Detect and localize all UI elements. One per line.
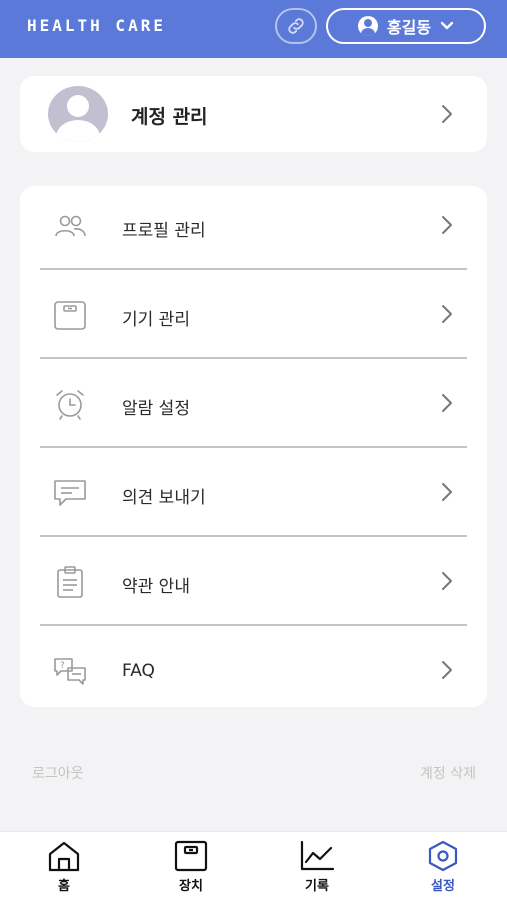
alarm-clock-icon bbox=[56, 390, 84, 420]
chevron-right-icon bbox=[442, 483, 452, 501]
svg-text:?: ? bbox=[60, 661, 65, 671]
menu-item-label: 알람 설정 bbox=[122, 399, 190, 419]
menu-item-label: 의견 보내기 bbox=[122, 488, 206, 508]
menu-item-label: 프로필 관리 bbox=[122, 221, 206, 241]
link-button[interactable] bbox=[275, 8, 317, 44]
chat-bubble-icon bbox=[54, 480, 86, 506]
settings-menu: 프로필 관리 기기 관리 알람 설정 의견 보내기 약관 안내 ? FAQ bbox=[20, 186, 487, 707]
account-management-card[interactable]: 계정 관리 bbox=[20, 76, 487, 152]
menu-item-profile[interactable]: 프로필 관리 bbox=[20, 186, 487, 275]
people-icon bbox=[55, 215, 86, 237]
menu-item-faq[interactable]: ? FAQ bbox=[20, 631, 487, 720]
bottom-nav: 홈 장치 기록 설정 bbox=[0, 831, 507, 900]
link-icon bbox=[288, 18, 304, 34]
nav-device[interactable]: 장치 bbox=[151, 840, 231, 896]
nav-label: 홈 bbox=[58, 879, 70, 894]
nav-label: 설정 bbox=[431, 879, 455, 894]
nav-records[interactable]: 기록 bbox=[277, 840, 357, 896]
divider bbox=[40, 357, 467, 359]
nav-label: 장치 bbox=[179, 879, 203, 894]
user-menu-button[interactable]: 홍길동 bbox=[326, 8, 486, 44]
user-name: 홍길동 bbox=[386, 18, 432, 37]
nav-settings[interactable]: 설정 bbox=[403, 840, 483, 896]
faq-chat-icon: ? bbox=[54, 658, 86, 685]
nav-home[interactable]: 홈 bbox=[24, 840, 104, 896]
chevron-right-icon bbox=[442, 305, 452, 323]
divider bbox=[40, 446, 467, 448]
delete-account-link[interactable]: 계정 삭제 bbox=[420, 763, 476, 783]
account-management-title: 계정 관리 bbox=[131, 106, 208, 128]
divider bbox=[40, 624, 467, 626]
home-icon bbox=[48, 841, 80, 872]
divider bbox=[40, 268, 467, 270]
chevron-right-icon bbox=[442, 105, 452, 123]
chart-icon bbox=[300, 840, 335, 871]
chevron-right-icon bbox=[442, 216, 452, 234]
settings-hex-icon bbox=[428, 840, 458, 872]
clipboard-icon bbox=[57, 566, 83, 598]
nav-label: 기록 bbox=[305, 879, 329, 894]
menu-item-label: FAQ bbox=[122, 661, 155, 681]
chevron-down-icon bbox=[440, 21, 454, 30]
divider bbox=[40, 535, 467, 537]
menu-item-devices[interactable]: 기기 관리 bbox=[20, 275, 487, 364]
chevron-right-icon bbox=[442, 572, 452, 590]
app-header: HEALTH CARE 홍길동 bbox=[0, 0, 507, 58]
avatar bbox=[48, 86, 108, 142]
user-avatar-icon bbox=[357, 16, 378, 36]
chevron-right-icon bbox=[442, 394, 452, 412]
brand-title: HEALTH CARE bbox=[27, 16, 166, 35]
menu-item-label: 기기 관리 bbox=[122, 310, 190, 330]
device-scale-icon bbox=[174, 840, 208, 872]
menu-item-alarm[interactable]: 알람 설정 bbox=[20, 364, 487, 453]
menu-item-label: 약관 안내 bbox=[122, 577, 190, 597]
menu-item-feedback[interactable]: 의견 보내기 bbox=[20, 453, 487, 542]
logout-link[interactable]: 로그아웃 bbox=[32, 763, 84, 783]
chevron-right-icon bbox=[442, 661, 452, 679]
menu-item-terms[interactable]: 약관 안내 bbox=[20, 542, 487, 631]
scale-icon bbox=[54, 301, 86, 330]
